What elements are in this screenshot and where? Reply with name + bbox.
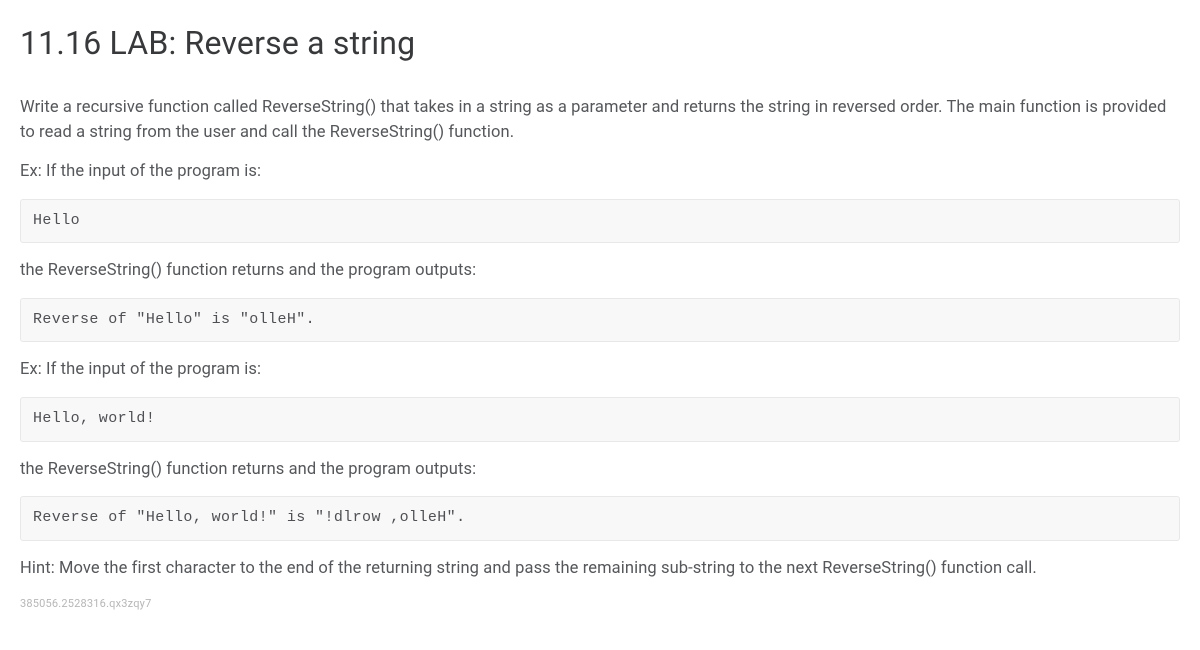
hint-paragraph: Hint: Move the first character to the en… [20, 557, 1180, 582]
example2-output-label: the ReverseString() function returns and… [20, 458, 1180, 483]
example1-output-code: Reverse of "Hello" is "olleH". [20, 298, 1180, 343]
footer-identifier: 385056.2528316.qx3zqy7 [20, 596, 1180, 613]
page-title: 11.16 LAB: Reverse a string [20, 24, 1180, 62]
example2-input-code: Hello, world! [20, 397, 1180, 442]
lab-instructions: 11.16 LAB: Reverse a string Write a recu… [0, 0, 1200, 632]
example1-output-label: the ReverseString() function returns and… [20, 259, 1180, 284]
example2-output-code: Reverse of "Hello, world!" is "!dlrow ,o… [20, 496, 1180, 541]
intro-paragraph: Write a recursive function called Revers… [20, 96, 1180, 146]
example1-input-label: Ex: If the input of the program is: [20, 160, 1180, 185]
example2-input-label: Ex: If the input of the program is: [20, 358, 1180, 383]
example1-input-code: Hello [20, 199, 1180, 244]
